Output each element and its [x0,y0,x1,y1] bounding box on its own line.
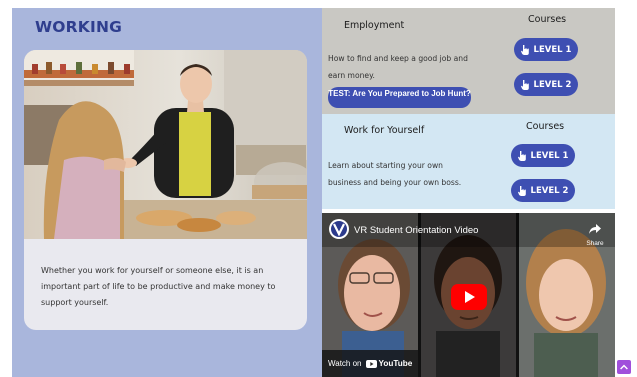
page: WORKING Whether you work for yourself or… [0,0,637,377]
youtube-play-icon[interactable] [451,284,487,310]
pointing-hand-icon [517,150,526,161]
employment-section: Employment Courses How to find and keep … [322,8,615,114]
watch-on-youtube-link[interactable]: Watch on YouTube [322,350,418,377]
self-employment-section: Work for Yourself Courses Learn about st… [322,114,615,209]
employment-description: How to find and keep a good job and earn… [328,54,468,80]
chevron-up-icon [620,364,628,370]
pointing-hand-icon [520,44,529,55]
self-employment-title: Work for Yourself [344,125,425,136]
video-player[interactable]: VR Student Orientation Video Share Watch… [322,213,615,377]
pointing-hand-icon [517,185,526,196]
self-employment-level2-label: LEVEL 2 [530,185,569,196]
employment-title: Employment [344,20,405,31]
employment-level2-button[interactable]: LEVEL 2 [514,73,578,96]
bakery-worker-photo [24,50,307,239]
employment-level1-button[interactable]: LEVEL 1 [514,38,578,61]
employment-courses-label: Courses [528,14,567,25]
self-employment-courses-label: Courses [526,121,565,132]
scroll-to-top-button[interactable] [617,360,631,374]
share-label: Share [586,240,604,247]
self-employment-description: Learn about starting your own business a… [328,161,462,187]
page-title: WORKING [35,18,123,36]
working-panel: WORKING Whether you work for yourself or… [12,8,322,377]
watch-on-label: Watch on [328,359,362,368]
youtube-wordmark: YouTube [378,359,413,368]
card-description: Whether you work for yourself or someone… [41,266,276,307]
job-hunt-test-button[interactable]: TEST: Are You Prepared to Job Hunt? [328,87,471,108]
share-arrow-icon [589,224,601,234]
self-employment-level1-label: LEVEL 1 [530,150,569,161]
pointing-hand-icon [520,79,529,90]
info-card: Whether you work for yourself or someone… [24,50,307,330]
employment-level2-label: LEVEL 2 [533,79,572,90]
channel-logo-icon[interactable] [329,219,349,239]
video-title[interactable]: VR Student Orientation Video [354,225,478,236]
employment-level1-label: LEVEL 1 [533,44,572,55]
self-employment-level1-button[interactable]: LEVEL 1 [511,144,575,167]
self-employment-level2-button[interactable]: LEVEL 2 [511,179,575,202]
share-button[interactable]: Share [583,221,607,247]
youtube-logo-icon [365,359,377,368]
